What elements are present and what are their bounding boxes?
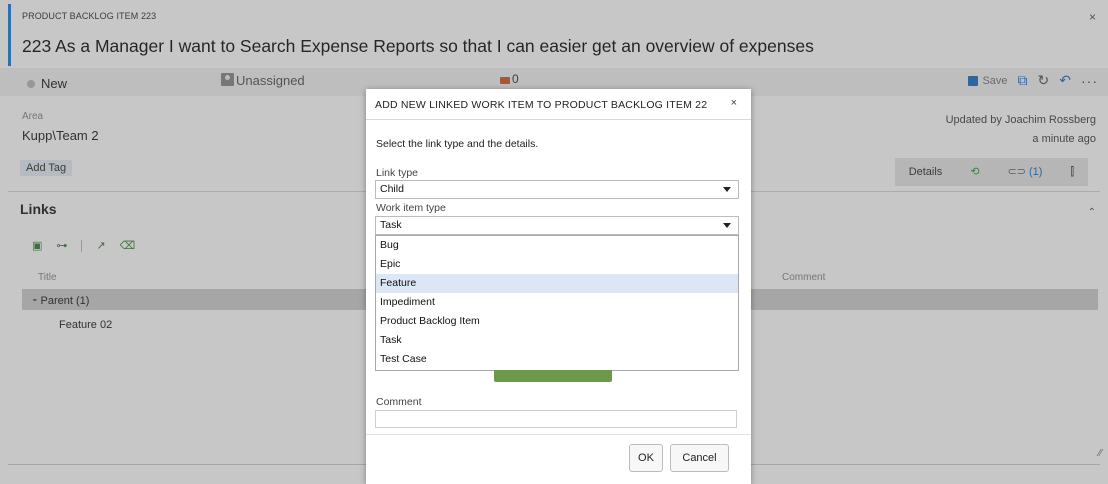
comment-label: Comment — [376, 396, 422, 408]
dropdown-option[interactable]: Bug — [376, 236, 738, 255]
chevron-down-icon — [723, 187, 731, 192]
link-type-value: Child — [380, 183, 404, 195]
add-linked-item-dialog: ADD NEW LINKED WORK ITEM TO PRODUCT BACK… — [366, 89, 751, 484]
dialog-title: ADD NEW LINKED WORK ITEM TO PRODUCT BACK… — [375, 99, 708, 111]
work-item-type-dropdown: Bug Epic Feature Impediment Product Back… — [375, 235, 739, 371]
work-item-type-value: Task — [380, 219, 402, 231]
work-item-type-label: Work item type — [376, 202, 446, 214]
dialog-header: ADD NEW LINKED WORK ITEM TO PRODUCT BACK… — [366, 89, 751, 119]
link-type-label: Link type — [376, 167, 419, 179]
close-icon[interactable]: × — [731, 97, 737, 109]
link-type-select[interactable]: Child — [375, 180, 739, 199]
dropdown-option-highlighted[interactable]: Feature — [376, 274, 738, 293]
dropdown-option[interactable]: Task — [376, 331, 738, 350]
dialog-footer-divider — [366, 434, 751, 435]
work-item-type-select[interactable]: Task — [375, 216, 739, 235]
chevron-down-icon — [723, 223, 731, 228]
dropdown-option[interactable]: Product Backlog Item — [376, 312, 738, 331]
dialog-instructions: Select the link type and the details. — [376, 138, 539, 150]
dropdown-option[interactable]: Impediment — [376, 293, 738, 312]
ok-button[interactable]: OK — [629, 444, 663, 472]
cancel-button[interactable]: Cancel — [670, 444, 729, 472]
comment-input[interactable] — [375, 410, 737, 428]
dropdown-option[interactable]: Epic — [376, 255, 738, 274]
dropdown-option[interactable]: Test Case — [376, 350, 738, 369]
dialog-divider — [366, 119, 751, 120]
obscured-button — [494, 370, 612, 382]
